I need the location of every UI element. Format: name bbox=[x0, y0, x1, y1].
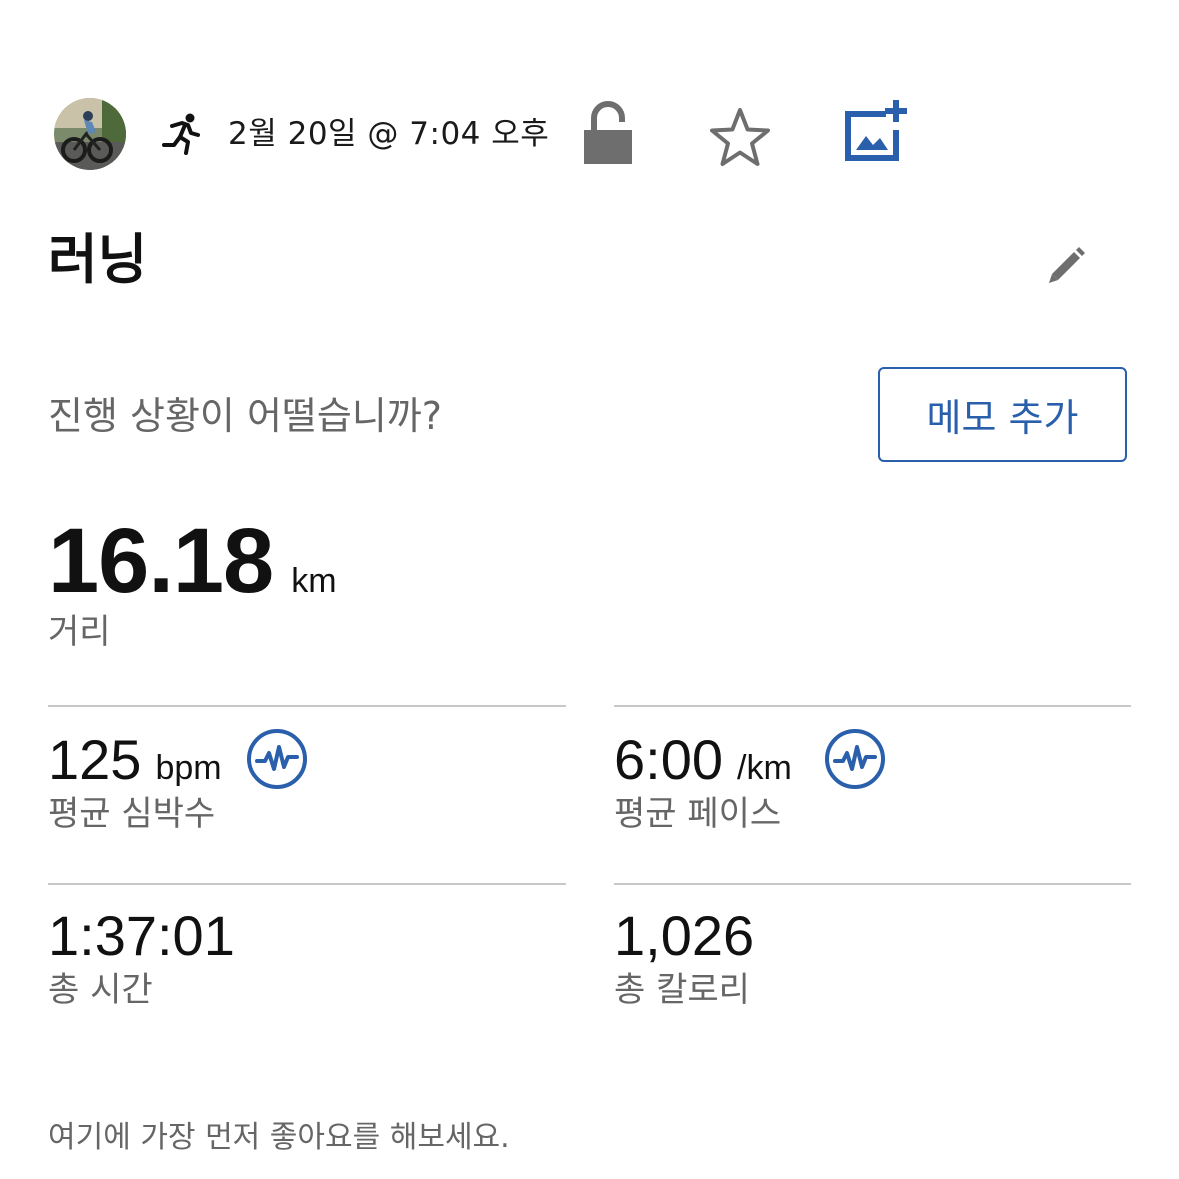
add-photo-icon[interactable] bbox=[840, 96, 912, 166]
activity-datetime: 2월 20일 @ 7:04 오후 bbox=[228, 116, 550, 152]
distance-label: 거리 bbox=[48, 612, 111, 652]
avg-pace-label: 평균 페이스 bbox=[614, 794, 782, 834]
activity-title: 러닝 bbox=[48, 228, 148, 291]
avg-pace-value: 6:00 bbox=[614, 728, 723, 791]
total-calories-label: 총 칼로리 bbox=[614, 970, 750, 1010]
avg-pace-unit: /km bbox=[737, 749, 792, 787]
heart-rate-icon[interactable] bbox=[824, 728, 886, 790]
distance-unit: km bbox=[291, 562, 337, 600]
total-time-label: 총 시간 bbox=[48, 970, 153, 1010]
total-time-value-row: 1:37:01 bbox=[48, 902, 235, 970]
avatar[interactable] bbox=[54, 98, 126, 170]
pencil-icon[interactable] bbox=[1040, 242, 1090, 292]
add-memo-button[interactable]: 메모 추가 bbox=[878, 367, 1127, 462]
first-like-prompt: 여기에 가장 먼저 좋아요를 해보세요. bbox=[48, 1120, 510, 1155]
heart-rate-icon[interactable] bbox=[246, 728, 308, 790]
unlocked-padlock-icon[interactable] bbox=[580, 100, 636, 166]
total-calories-value: 1,026 bbox=[614, 904, 755, 967]
avg-heart-rate-unit: bpm bbox=[155, 749, 222, 787]
avg-pace-value-row: 6:00 /km bbox=[614, 726, 792, 794]
divider bbox=[48, 883, 566, 885]
cyclist-photo bbox=[54, 98, 126, 170]
divider bbox=[614, 883, 1131, 885]
divider bbox=[48, 705, 566, 707]
avg-heart-rate-label: 평균 심박수 bbox=[48, 794, 216, 834]
star-outline-icon[interactable] bbox=[708, 106, 772, 168]
total-calories-value-row: 1,026 bbox=[614, 902, 754, 970]
running-person-icon bbox=[158, 110, 206, 158]
distance-value: 16.18 bbox=[48, 510, 274, 612]
progress-question: 진행 상황이 어떨습니까? bbox=[48, 394, 442, 438]
divider bbox=[614, 705, 1131, 707]
total-time-value: 1:37:01 bbox=[48, 904, 235, 967]
avg-heart-rate-value-row: 125 bpm bbox=[48, 726, 222, 794]
avg-heart-rate-value: 125 bbox=[48, 728, 142, 791]
distance-display: 16.18 km bbox=[48, 506, 337, 616]
